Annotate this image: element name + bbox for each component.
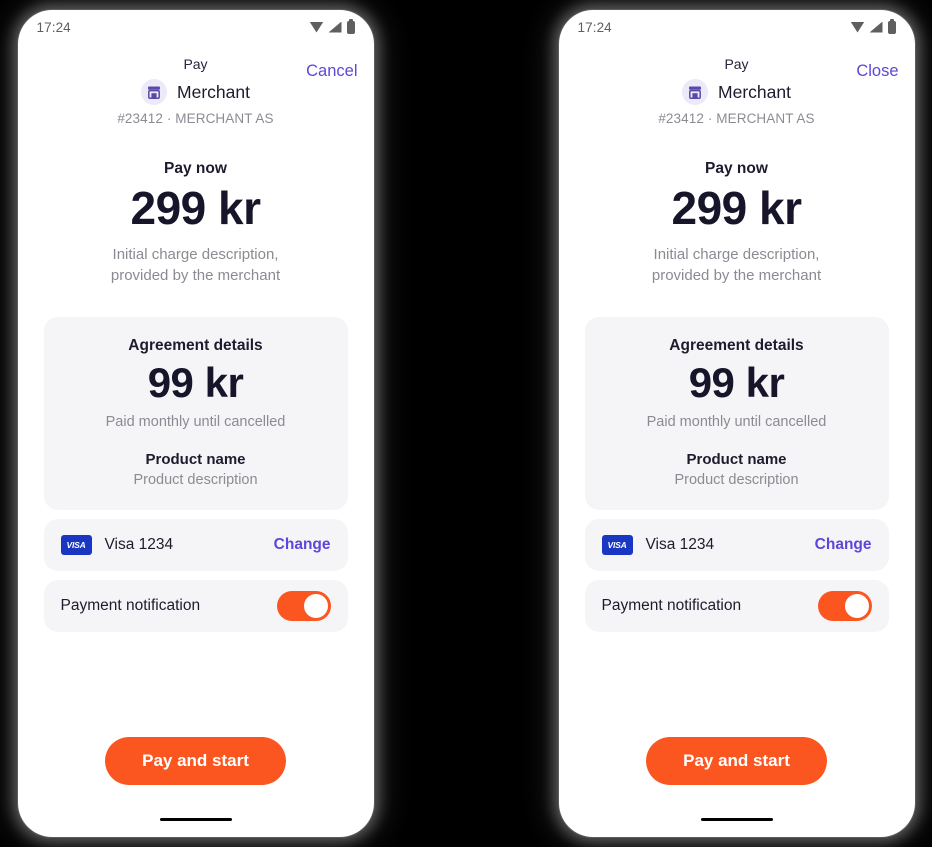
merchant-row: Merchant — [18, 79, 374, 105]
phone-screen-close: 17:24 Pay Close Merchant #23412 · MERCHA… — [558, 10, 915, 837]
pay-now-description-line-1: Initial charge description, — [653, 245, 820, 263]
pay-now-block: Pay now 299 kr Initial charge descriptio… — [18, 160, 374, 287]
merchant-row: Merchant — [559, 79, 915, 105]
visa-icon: VISA — [601, 535, 633, 556]
pay-now-label: Pay now — [164, 160, 227, 177]
pay-now-amount: 299 kr — [130, 182, 261, 234]
nav-bar: Pay Close Merchant #23412 · MERCHANT AS — [559, 44, 915, 126]
payment-notification-toggle[interactable] — [276, 591, 331, 622]
payment-method-label: Visa 1234 — [104, 536, 174, 554]
home-indicator-area — [559, 801, 915, 837]
agreement-details-card: Agreement details 99 kr Paid monthly unt… — [43, 317, 348, 511]
payment-notification-row: Payment notification — [584, 580, 889, 633]
phone-screen-cancel: 17:24 Pay Cancel Merchant #23412 · MERCH… — [17, 10, 374, 837]
home-indicator-area — [18, 801, 374, 837]
status-bar-icons — [309, 18, 355, 34]
payment-notification-label: Payment notification — [60, 597, 201, 615]
cta-container: Pay and start — [18, 737, 374, 801]
status-bar-icons — [850, 18, 896, 34]
merchant-subtitle: #23412 · MERCHANT AS — [658, 111, 815, 126]
agreement-cadence: Paid monthly until cancelled — [105, 414, 286, 431]
agreement-product-name: Product name — [686, 451, 787, 469]
cta-container: Pay and start — [559, 737, 915, 801]
cards-container: Agreement details 99 kr Paid monthly unt… — [18, 317, 374, 633]
agreement-amount: 99 kr — [688, 359, 785, 407]
payment-method-label: Visa 1234 — [645, 536, 715, 554]
wifi-icon — [850, 21, 865, 33]
agreement-title: Agreement details — [669, 337, 804, 355]
agreement-product-description: Product description — [674, 472, 799, 489]
visa-icon-text: VISA — [607, 540, 627, 551]
storefront-icon — [682, 79, 709, 105]
payment-notification-label: Payment notification — [601, 597, 742, 615]
nav-bar: Pay Cancel Merchant #23412 · MERCHANT AS — [18, 44, 374, 126]
agreement-details-card: Agreement details 99 kr Paid monthly unt… — [584, 317, 889, 511]
merchant-name: Merchant — [718, 81, 791, 102]
signal-icon — [328, 21, 342, 33]
pay-now-description-line-2: provided by the merchant — [651, 267, 822, 285]
toggle-knob — [844, 594, 869, 619]
agreement-cadence: Paid monthly until cancelled — [646, 414, 827, 431]
pay-now-block: Pay now 299 kr Initial charge descriptio… — [559, 160, 915, 287]
storefront-icon — [141, 79, 168, 105]
merchant-subtitle: #23412 · MERCHANT AS — [117, 111, 274, 126]
status-bar-time: 17:24 — [36, 19, 71, 35]
toggle-knob — [303, 594, 328, 619]
phone-comparison-stage: 17:24 Pay Cancel Merchant #23412 · MERCH… — [0, 0, 932, 847]
home-indicator — [159, 817, 232, 821]
close-button[interactable]: Close — [856, 62, 898, 81]
pay-now-label: Pay now — [705, 160, 768, 177]
pay-and-start-button[interactable]: Pay and start — [105, 737, 286, 785]
change-payment-method-button[interactable]: Change — [815, 536, 872, 554]
status-bar: 17:24 — [18, 10, 374, 44]
pay-now-amount: 299 kr — [671, 182, 802, 234]
agreement-title: Agreement details — [128, 337, 263, 355]
agreement-product-name: Product name — [145, 451, 246, 469]
battery-icon — [346, 18, 355, 34]
cards-container: Agreement details 99 kr Paid monthly unt… — [559, 317, 915, 633]
agreement-amount: 99 kr — [147, 359, 244, 407]
pay-now-description: Initial charge description, provided by … — [18, 244, 374, 288]
change-payment-method-button[interactable]: Change — [274, 536, 331, 554]
pay-now-description-line-1: Initial charge description, — [112, 245, 279, 263]
pay-now-description-line-2: provided by the merchant — [110, 267, 281, 285]
payment-notification-toggle[interactable] — [817, 591, 872, 622]
payment-notification-row: Payment notification — [43, 580, 348, 633]
agreement-product-description: Product description — [133, 472, 258, 489]
home-indicator — [700, 817, 773, 821]
merchant-name: Merchant — [177, 81, 250, 102]
visa-icon-text: VISA — [66, 540, 86, 551]
wifi-icon — [309, 21, 324, 33]
pay-now-description: Initial charge description, provided by … — [559, 244, 915, 288]
pay-and-start-button[interactable]: Pay and start — [646, 737, 827, 785]
cancel-button[interactable]: Cancel — [306, 62, 357, 81]
signal-icon — [869, 21, 883, 33]
status-bar-time: 17:24 — [577, 19, 612, 35]
payment-method-row[interactable]: VISA Visa 1234 Change — [584, 519, 889, 572]
visa-icon: VISA — [60, 535, 92, 556]
payment-method-row[interactable]: VISA Visa 1234 Change — [43, 519, 348, 572]
status-bar: 17:24 — [559, 10, 915, 44]
battery-icon — [887, 18, 896, 34]
